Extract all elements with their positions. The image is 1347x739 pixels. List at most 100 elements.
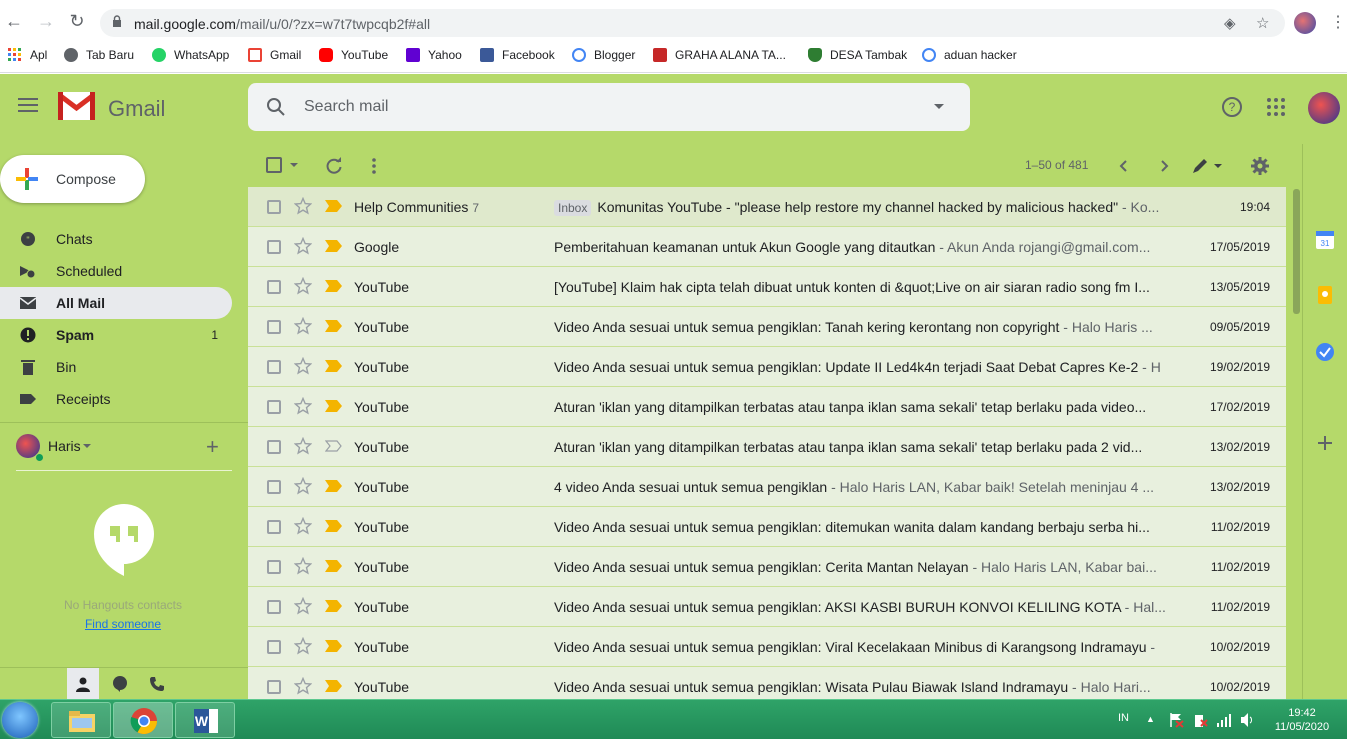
main-menu-icon[interactable]: [18, 98, 38, 112]
bookmark-blogger[interactable]: Blogger: [572, 48, 635, 62]
mail-row[interactable]: YouTube Video Anda sesuai untuk semua pen…: [248, 507, 1286, 547]
contacts-tab[interactable]: [67, 668, 99, 700]
back-arrow-icon[interactable]: ←: [4, 11, 24, 32]
bookmark-graha-alana[interactable]: GRAHA ALANA TA...: [653, 48, 786, 62]
start-button[interactable]: [2, 702, 38, 738]
bookmark-youtube[interactable]: YouTube: [319, 48, 388, 62]
phone-tab[interactable]: [141, 668, 173, 700]
bookmark-whatsapp[interactable]: WhatsApp: [152, 48, 229, 62]
volume-icon[interactable]: [1240, 712, 1256, 728]
bookmark-gmail[interactable]: Gmail: [248, 48, 301, 62]
find-someone-link[interactable]: Find someone: [0, 617, 246, 631]
row-checkbox[interactable]: [267, 320, 281, 334]
bookmark-yahoo[interactable]: Yahoo: [406, 48, 462, 62]
mail-row[interactable]: YouTube Aturan 'iklan yang ditampilkan te…: [248, 387, 1286, 427]
refresh-icon[interactable]: [324, 156, 344, 176]
browser-menu-icon[interactable]: ⋮: [1330, 12, 1346, 32]
bookmark-aduan-hacker[interactable]: aduan hacker: [922, 48, 1017, 62]
sidebar-item-all-mail[interactable]: All Mail: [0, 287, 232, 319]
taskbar-chrome[interactable]: [113, 702, 173, 738]
address-bar[interactable]: mail.google.com/mail/u/0/?zx=w7t7twpcqb2…: [100, 9, 1285, 37]
star-icon[interactable]: [294, 197, 312, 215]
star-icon[interactable]: [294, 357, 312, 375]
compose-button[interactable]: Compose: [0, 155, 145, 203]
mail-row[interactable]: YouTube Video Anda sesuai untuk semua pen…: [248, 627, 1286, 667]
search-icon[interactable]: [266, 97, 286, 117]
mail-row[interactable]: YouTube Video Anda sesuai untuk semua pen…: [248, 347, 1286, 387]
star-icon[interactable]: [294, 437, 312, 455]
mail-row[interactable]: YouTube Video Anda sesuai untuk semua pen…: [248, 667, 1286, 699]
importance-marker-icon[interactable]: [325, 480, 342, 492]
bookmark-desa-tambak[interactable]: DESA Tambak: [808, 48, 907, 62]
bookmark-star-icon[interactable]: ☆: [1256, 14, 1269, 32]
star-icon[interactable]: [294, 557, 312, 575]
star-icon[interactable]: [294, 277, 312, 295]
chevron-right-icon[interactable]: [1154, 156, 1174, 176]
tasks-icon[interactable]: [1314, 341, 1336, 363]
reload-icon[interactable]: ↻: [67, 11, 87, 32]
sidebar-item-spam[interactable]: Spam 1: [0, 319, 232, 351]
sidebar-item-chats[interactable]: " Chats: [0, 223, 232, 255]
eye-icon[interactable]: ◈: [1224, 14, 1236, 32]
search-options-icon[interactable]: [934, 104, 944, 109]
mail-scrollbar[interactable]: [1291, 187, 1301, 699]
conversations-tab[interactable]: [104, 668, 136, 700]
row-checkbox[interactable]: [267, 280, 281, 294]
mail-row[interactable]: YouTube Video Anda sesuai untuk semua pen…: [248, 307, 1286, 347]
google-apps-icon[interactable]: [1265, 96, 1287, 118]
show-hidden-icons[interactable]: ▲: [1146, 714, 1155, 724]
search-input[interactable]: [304, 95, 904, 119]
scrollbar-thumb[interactable]: [1293, 189, 1300, 314]
row-checkbox[interactable]: [267, 400, 281, 414]
importance-marker-icon[interactable]: [325, 280, 342, 292]
importance-marker-icon[interactable]: [325, 320, 342, 332]
row-checkbox[interactable]: [267, 480, 281, 494]
bookmark-tab-baru[interactable]: Tab Baru: [64, 48, 134, 62]
network-signal-icon[interactable]: [1216, 712, 1232, 728]
action-center-flag-icon[interactable]: [1168, 712, 1184, 728]
mail-row[interactable]: YouTube Video Anda sesuai untuk semua pen…: [248, 587, 1286, 627]
chevron-left-icon[interactable]: [1114, 156, 1134, 176]
row-checkbox[interactable]: [267, 360, 281, 374]
star-icon[interactable]: [294, 517, 312, 535]
account-avatar[interactable]: [1308, 92, 1340, 124]
importance-marker-icon[interactable]: [325, 240, 342, 252]
star-icon[interactable]: [294, 237, 312, 255]
importance-marker-icon[interactable]: [325, 400, 342, 412]
row-checkbox[interactable]: [267, 680, 281, 694]
row-checkbox[interactable]: [267, 200, 281, 214]
row-checkbox[interactable]: [267, 240, 281, 254]
calendar-icon[interactable]: 31: [1314, 229, 1336, 251]
row-checkbox[interactable]: [267, 640, 281, 654]
star-icon[interactable]: [294, 677, 312, 695]
importance-marker-icon[interactable]: [325, 440, 342, 452]
keep-icon[interactable]: [1314, 284, 1336, 306]
importance-marker-icon[interactable]: [325, 520, 342, 532]
mail-row[interactable]: YouTube [YouTube] Klaim hak cipta telah d…: [248, 267, 1286, 307]
select-options-icon[interactable]: [290, 163, 298, 167]
bookmark-apl[interactable]: Apl: [8, 48, 47, 62]
star-icon[interactable]: [294, 637, 312, 655]
chevron-down-icon[interactable]: [83, 444, 91, 448]
taskbar-explorer[interactable]: [51, 702, 111, 738]
importance-marker-icon[interactable]: [325, 640, 342, 652]
mail-row[interactable]: YouTube Aturan 'iklan yang ditampilkan te…: [248, 427, 1286, 467]
row-checkbox[interactable]: [267, 600, 281, 614]
taskbar-word[interactable]: W: [175, 702, 235, 738]
select-all-checkbox[interactable]: [266, 157, 282, 173]
importance-marker-icon[interactable]: [325, 600, 342, 612]
bookmark-facebook[interactable]: Facebook: [480, 48, 555, 62]
star-icon[interactable]: [294, 317, 312, 335]
help-icon[interactable]: ?: [1221, 96, 1243, 118]
mail-row[interactable]: YouTube 4 video Anda sesuai untuk semua p…: [248, 467, 1286, 507]
system-clock[interactable]: 19:42 11/05/2020: [1262, 706, 1342, 734]
input-tools-icon[interactable]: [1190, 156, 1224, 176]
sidebar-item-bin[interactable]: Bin: [0, 351, 232, 383]
row-checkbox[interactable]: [267, 560, 281, 574]
mail-row[interactable]: Help Communities 7 Inbox Komunitas YouTube …: [248, 187, 1286, 227]
mail-row[interactable]: Google Pemberitahuan keamanan untuk Akun …: [248, 227, 1286, 267]
row-checkbox[interactable]: [267, 440, 281, 454]
sidebar-item-receipts[interactable]: Receipts: [0, 383, 232, 415]
importance-marker-icon[interactable]: [325, 680, 342, 692]
more-options-icon[interactable]: [364, 156, 384, 176]
